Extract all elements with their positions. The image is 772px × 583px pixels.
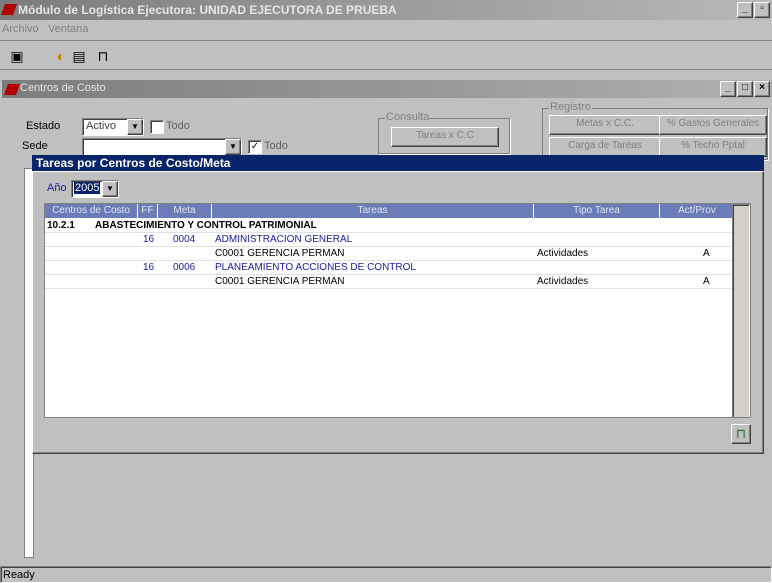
grid-vertical-scrollbar[interactable] <box>732 204 750 417</box>
estado-select[interactable]: Activo ▼ <box>82 118 144 136</box>
status-text: Ready <box>3 569 35 581</box>
techo-pptal-button[interactable]: % Techo Pptal <box>659 137 767 157</box>
centros-window-title-bar: Centros de Costo _ □ × <box>2 80 772 98</box>
consulta-group: Consulta Tareas x C.C <box>378 111 510 154</box>
menu-ventana[interactable]: Ventana <box>48 23 88 35</box>
menu-bar: Archivo Ventana <box>0 20 772 38</box>
print-icon[interactable]: ▤ <box>68 45 90 67</box>
estado-label: Estado <box>26 120 61 132</box>
tareas-grid[interactable]: Centros de Costo FF Meta Tareas Tipo Tar… <box>44 203 751 418</box>
toolbar: ▣ ◐ ▤ ⊓ <box>0 40 772 70</box>
col-header-tareas[interactable]: Tareas <box>212 204 534 218</box>
app-logo-icon <box>0 4 18 15</box>
table-row[interactable]: 16 0006 PLANEAMIENTO ACCIONES DE CONTROL <box>45 261 735 275</box>
col-header-actprov[interactable]: Act/Prov <box>660 204 735 218</box>
menu-archivo[interactable]: Archivo <box>2 23 39 35</box>
col-header-centros[interactable]: Centros de Costo <box>45 204 138 218</box>
carga-tareas-button[interactable]: Carga de Tareas <box>549 137 661 157</box>
chevron-down-icon[interactable]: ▼ <box>127 119 143 135</box>
ano-select[interactable]: 2005 ▼ <box>71 180 119 198</box>
sede-label: Sede <box>22 140 48 152</box>
window-logo-icon <box>3 84 21 95</box>
tareas-cc-button[interactable]: Tareas x C.C <box>391 127 499 147</box>
todo2-checkbox[interactable]: ✓ <box>248 140 262 154</box>
centros-minimize-button[interactable]: _ <box>720 81 736 97</box>
table-row[interactable]: 10.2.1 ABASTECIMIENTO Y CONTROL PATRIMON… <box>45 219 735 233</box>
gastos-generales-button[interactable]: % Gastos Generales <box>659 115 767 135</box>
centros-maximize-button[interactable]: □ <box>737 81 753 97</box>
status-bar: Ready <box>0 566 772 583</box>
app-restore-button[interactable]: ▫ <box>754 2 770 18</box>
col-header-ff[interactable]: FF <box>138 204 158 218</box>
todo-checkbox[interactable] <box>150 120 164 134</box>
table-row[interactable]: C0001 GERENCIA PERMAN Actividades A <box>45 275 735 289</box>
todo2-label: Todo <box>264 140 288 152</box>
ano-label: Año <box>47 182 67 194</box>
col-header-tipo[interactable]: Tipo Tarea <box>534 204 660 218</box>
registro-group-label: Registro <box>549 101 592 113</box>
app-minimize-button[interactable]: _ <box>737 2 753 18</box>
tareas-dialog-title: Tareas por Centros de Costo/Meta <box>36 156 231 170</box>
app-title-bar: Módulo de Logística Ejecutora: UNIDAD EJ… <box>0 0 772 20</box>
centros-window-title: Centros de Costo <box>20 82 106 94</box>
chevron-down-icon[interactable]: ▼ <box>225 139 241 155</box>
sede-select[interactable]: ▼ <box>82 138 242 156</box>
save-icon[interactable]: ▣ <box>6 45 28 67</box>
chevron-down-icon[interactable]: ▼ <box>102 181 118 197</box>
consulta-group-label: Consulta <box>385 111 431 123</box>
exit-icon[interactable]: ⊓ <box>92 45 114 67</box>
metas-cc-button[interactable]: Metas x C.C. <box>549 115 661 135</box>
registro-group: Registro Metas x C.C. % Gastos Generales… <box>542 101 768 160</box>
table-row[interactable]: C0001 GERENCIA PERMAN Actividades A <box>45 247 735 261</box>
tareas-dialog-title-bar: Tareas por Centros de Costo/Meta <box>32 155 764 171</box>
table-row[interactable]: 16 0004 ADMINISTRACION GENERAL <box>45 233 735 247</box>
todo-label: Todo <box>166 120 190 132</box>
exit-icon[interactable]: ⊓ <box>731 424 751 444</box>
col-header-meta[interactable]: Meta <box>158 204 212 218</box>
app-title: Módulo de Logística Ejecutora: UNIDAD EJ… <box>18 3 397 17</box>
centros-close-button[interactable]: × <box>754 81 770 97</box>
